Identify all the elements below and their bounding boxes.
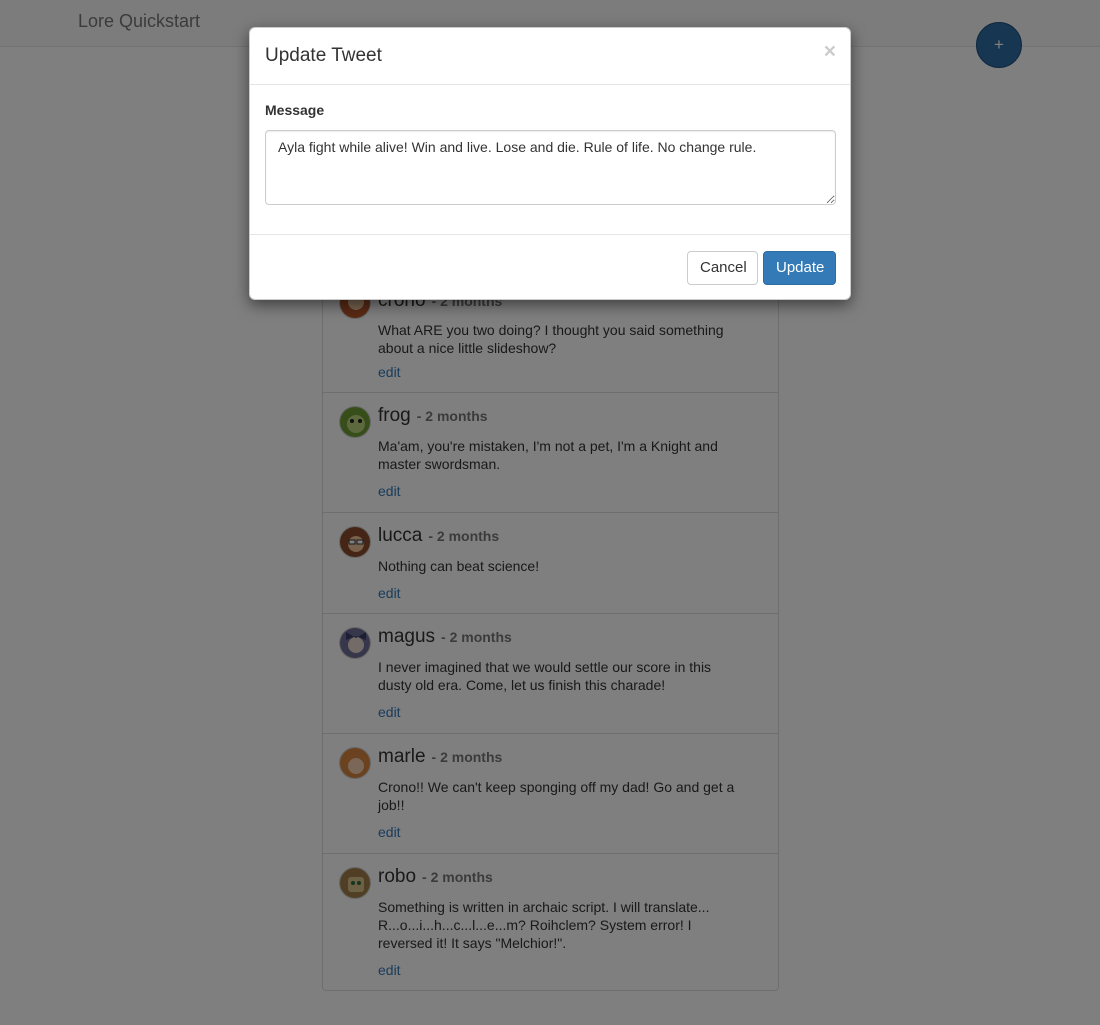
update-button[interactable]: Update — [763, 251, 836, 285]
update-tweet-modal: Update Tweet × Message Ayla fight while … — [249, 27, 851, 300]
modal-title: Update Tweet — [265, 45, 382, 66]
close-icon[interactable]: × — [824, 41, 836, 62]
cancel-button[interactable]: Cancel — [687, 251, 758, 285]
modal-footer: Cancel Update — [250, 234, 850, 299]
message-textarea[interactable]: Ayla fight while alive! Win and live. Lo… — [265, 130, 836, 205]
modal-header: Update Tweet × — [250, 28, 850, 85]
message-label: Message — [265, 102, 325, 118]
